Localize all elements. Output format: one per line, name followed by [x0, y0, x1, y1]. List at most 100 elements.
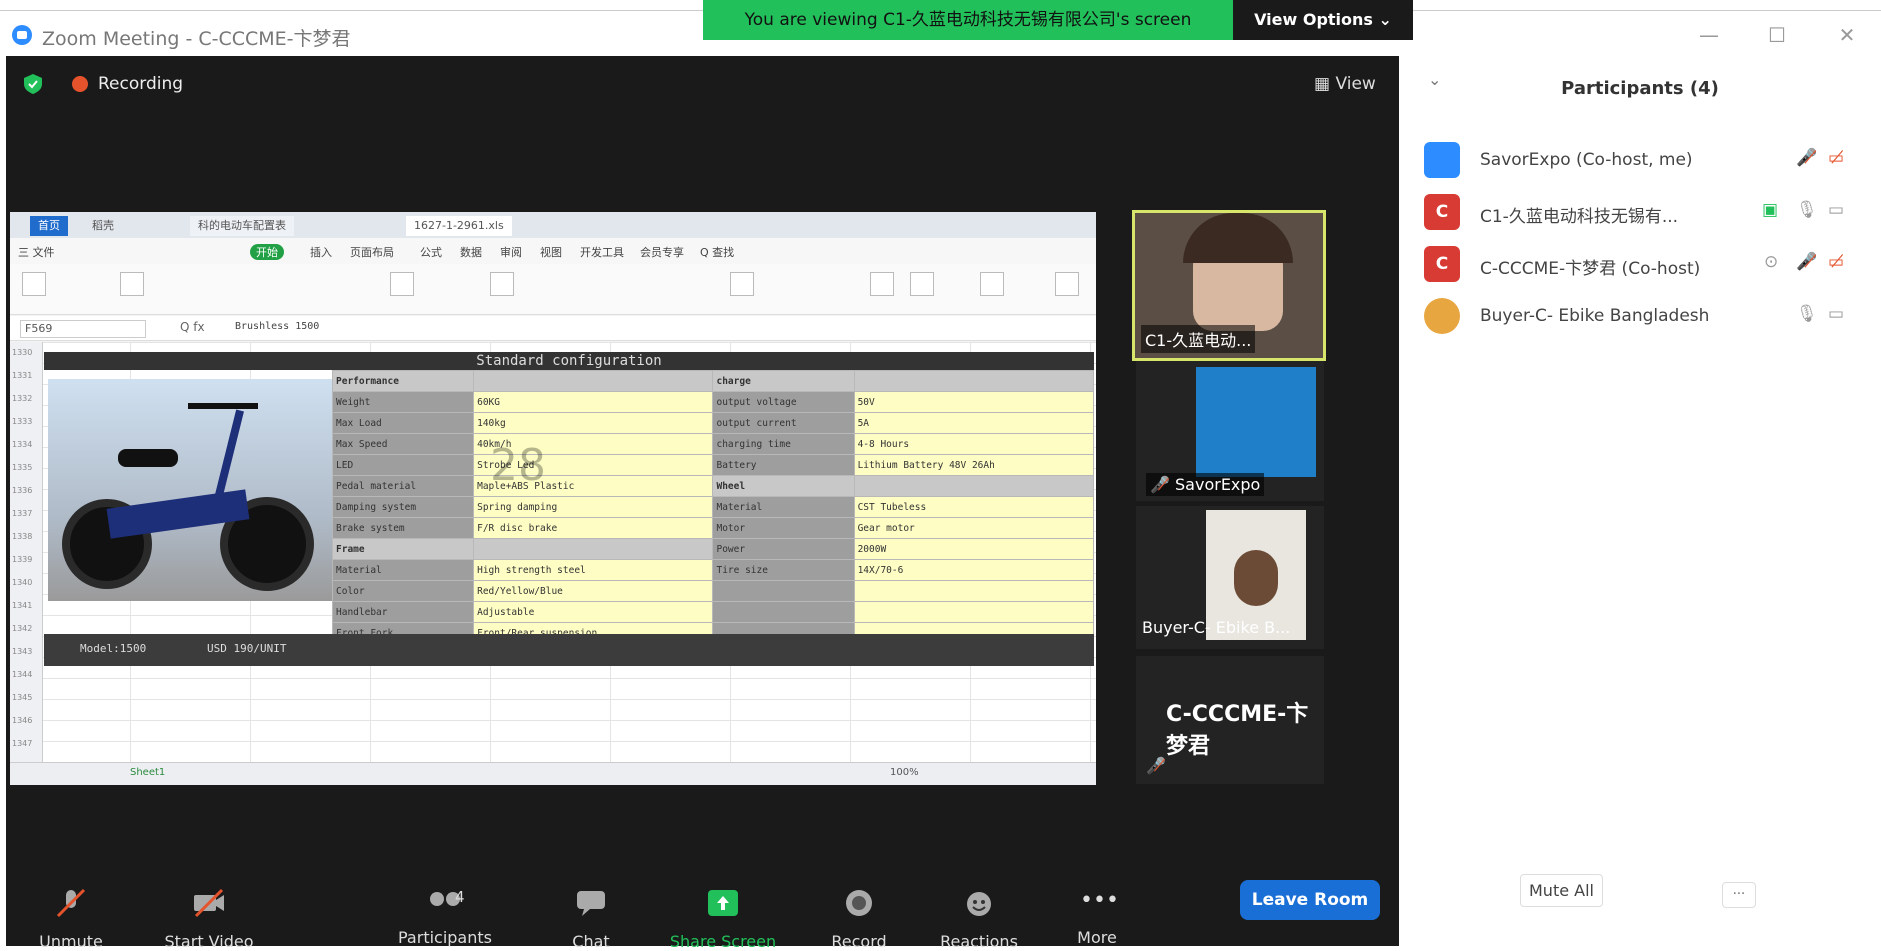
config-cell[interactable]: Material	[331, 559, 475, 581]
config-cell[interactable]: Max Speed	[331, 433, 475, 455]
config-cell[interactable]: 4-8 Hours	[853, 433, 1095, 455]
menu-insert[interactable]: 插入	[310, 244, 332, 260]
leave-room-button[interactable]: Leave Room	[1240, 880, 1380, 920]
merge-icon[interactable]	[390, 272, 414, 296]
row-number[interactable]: 1346	[12, 716, 32, 725]
menu-home[interactable]: 开始	[250, 244, 284, 260]
row-number[interactable]: 1335	[12, 463, 32, 472]
config-cell[interactable]	[712, 601, 855, 623]
config-cell[interactable]: 50V	[853, 391, 1095, 413]
participant-row[interactable]: C C1-久蓝电动科技无锡有... ▣ 🎙 ▭	[1400, 180, 1880, 240]
config-cell[interactable]: Damping system	[331, 496, 475, 518]
share-screen-button[interactable]: Share Screen	[668, 888, 778, 951]
close-button[interactable]: ✕	[1832, 23, 1862, 47]
config-cell[interactable]: Gear motor	[853, 517, 1095, 539]
row-number[interactable]: 1345	[12, 693, 32, 702]
config-cell[interactable]: Power	[712, 538, 855, 560]
config-cell[interactable]: Handlebar	[331, 601, 475, 623]
config-cell[interactable]: 14X/70-6	[853, 559, 1095, 581]
menu-review[interactable]: 审阅	[500, 244, 522, 260]
sum-icon[interactable]	[870, 272, 894, 296]
view-options-button[interactable]: View Options ⌄	[1233, 0, 1413, 40]
menu-data[interactable]: 数据	[460, 244, 482, 260]
video-icon[interactable]: ▭	[1828, 200, 1844, 220]
mute-all-button[interactable]: Mute All	[1520, 874, 1603, 907]
mic-icon[interactable]: 🎙	[1796, 304, 1818, 324]
tab-config-doc[interactable]: 科的电动车配置表	[190, 216, 294, 236]
config-cell[interactable]	[473, 538, 714, 560]
unmute-button[interactable]: Unmute	[16, 888, 126, 951]
row-number[interactable]: 1336	[12, 486, 32, 495]
config-cell[interactable]: LED	[331, 454, 475, 476]
start-video-button[interactable]: Start Video	[154, 888, 264, 951]
menu-developer[interactable]: 开发工具	[580, 244, 624, 260]
config-cell[interactable]	[853, 580, 1095, 602]
config-cell[interactable]: Wheel	[712, 475, 855, 497]
mic-icon[interactable]: 🎙	[1796, 200, 1818, 220]
config-cell[interactable]: Material	[712, 496, 855, 518]
reactions-button[interactable]: Reactions	[924, 888, 1034, 951]
config-cell[interactable]: Red/Yellow/Blue	[473, 580, 714, 602]
row-number[interactable]: 1341	[12, 601, 32, 610]
security-shield-icon[interactable]	[24, 74, 42, 94]
config-cell[interactable]: Tire size	[712, 559, 855, 581]
maximize-button[interactable]: ☐	[1762, 23, 1792, 47]
row-number[interactable]: 1331	[12, 371, 32, 380]
menu-file[interactable]: 三 文件	[18, 244, 55, 260]
zoom-level[interactable]: 100%	[890, 767, 919, 778]
muted-mic-icon[interactable]: 🎤̸	[1796, 252, 1817, 272]
menu-member[interactable]: 会员专享	[640, 244, 684, 260]
config-cell[interactable]	[853, 475, 1095, 497]
config-cell[interactable]: output voltage	[712, 391, 855, 413]
chat-button[interactable]: Chat	[536, 888, 646, 951]
config-cell[interactable]: CST Tubeless	[853, 496, 1095, 518]
participant-tile-savorexpo[interactable]: 🎤̸ SavorExpo	[1136, 361, 1324, 501]
tab-xls-file[interactable]: 1627-1-2961.xls	[406, 216, 512, 236]
paste-icon[interactable]	[22, 272, 46, 296]
row-number[interactable]: 1333	[12, 417, 32, 426]
config-cell[interactable]	[853, 601, 1095, 623]
config-cell[interactable]: Color	[331, 580, 475, 602]
row-number[interactable]: 1330	[12, 348, 32, 357]
video-icon[interactable]: ▭	[1828, 304, 1844, 324]
config-cell[interactable]: 140kg	[473, 412, 714, 434]
config-cell[interactable]: Spring damping	[473, 496, 714, 518]
cell-reference-box[interactable]: F569	[20, 320, 146, 338]
menu-formula[interactable]: 公式	[420, 244, 442, 260]
config-cell[interactable]	[473, 370, 714, 392]
format-icon[interactable]	[980, 272, 1004, 296]
row-number[interactable]: 1337	[12, 509, 32, 518]
tab-home[interactable]: 首页	[30, 216, 68, 236]
muted-mic-icon[interactable]: 🎤̸	[1796, 148, 1817, 168]
row-number[interactable]: 1338	[12, 532, 32, 541]
config-cell[interactable]: Max Load	[331, 412, 475, 434]
sheet-tab-sheet1[interactable]: Sheet1	[130, 767, 165, 778]
conditional-format-icon[interactable]	[730, 272, 754, 296]
video-off-icon[interactable]: ▭̸	[1828, 252, 1844, 272]
more-button[interactable]: ••• More	[1042, 888, 1152, 947]
freeze-icon[interactable]	[1055, 272, 1079, 296]
record-button[interactable]: Record	[804, 888, 914, 951]
menu-search[interactable]: Q 查找	[700, 244, 734, 260]
row-number[interactable]: 1342	[12, 624, 32, 633]
config-cell[interactable]: Pedal material	[331, 475, 475, 497]
config-cell[interactable]: Weight	[331, 391, 475, 413]
minimize-button[interactable]: —	[1694, 23, 1724, 47]
fx-icon[interactable]: Q fx	[180, 320, 205, 334]
participant-tile-buyer[interactable]: Buyer-C- Ebike B...	[1136, 506, 1324, 649]
participant-row[interactable]: C C-CCCME-卞梦君 (Co-host) ⊙ 🎤̸ ▭̸	[1400, 232, 1880, 292]
bold-icon[interactable]	[120, 272, 144, 296]
config-cell[interactable]	[853, 370, 1095, 392]
config-cell[interactable]: Battery	[712, 454, 855, 476]
config-cell[interactable]: Brake system	[331, 517, 475, 539]
config-cell[interactable]	[712, 580, 855, 602]
config-cell[interactable]: 5A	[853, 412, 1095, 434]
panel-more-button[interactable]: ...	[1722, 882, 1756, 908]
filter-icon[interactable]	[910, 272, 934, 296]
config-cell[interactable]: Performance	[331, 370, 475, 392]
row-number[interactable]: 1343	[12, 647, 32, 656]
row-number[interactable]: 1344	[12, 670, 32, 679]
participants-button[interactable]: 4 Participants	[380, 888, 510, 947]
wrap-text-icon[interactable]	[490, 272, 514, 296]
participant-tile-cccme[interactable]: C-CCCME-卞梦君 🎤̸	[1136, 656, 1324, 784]
